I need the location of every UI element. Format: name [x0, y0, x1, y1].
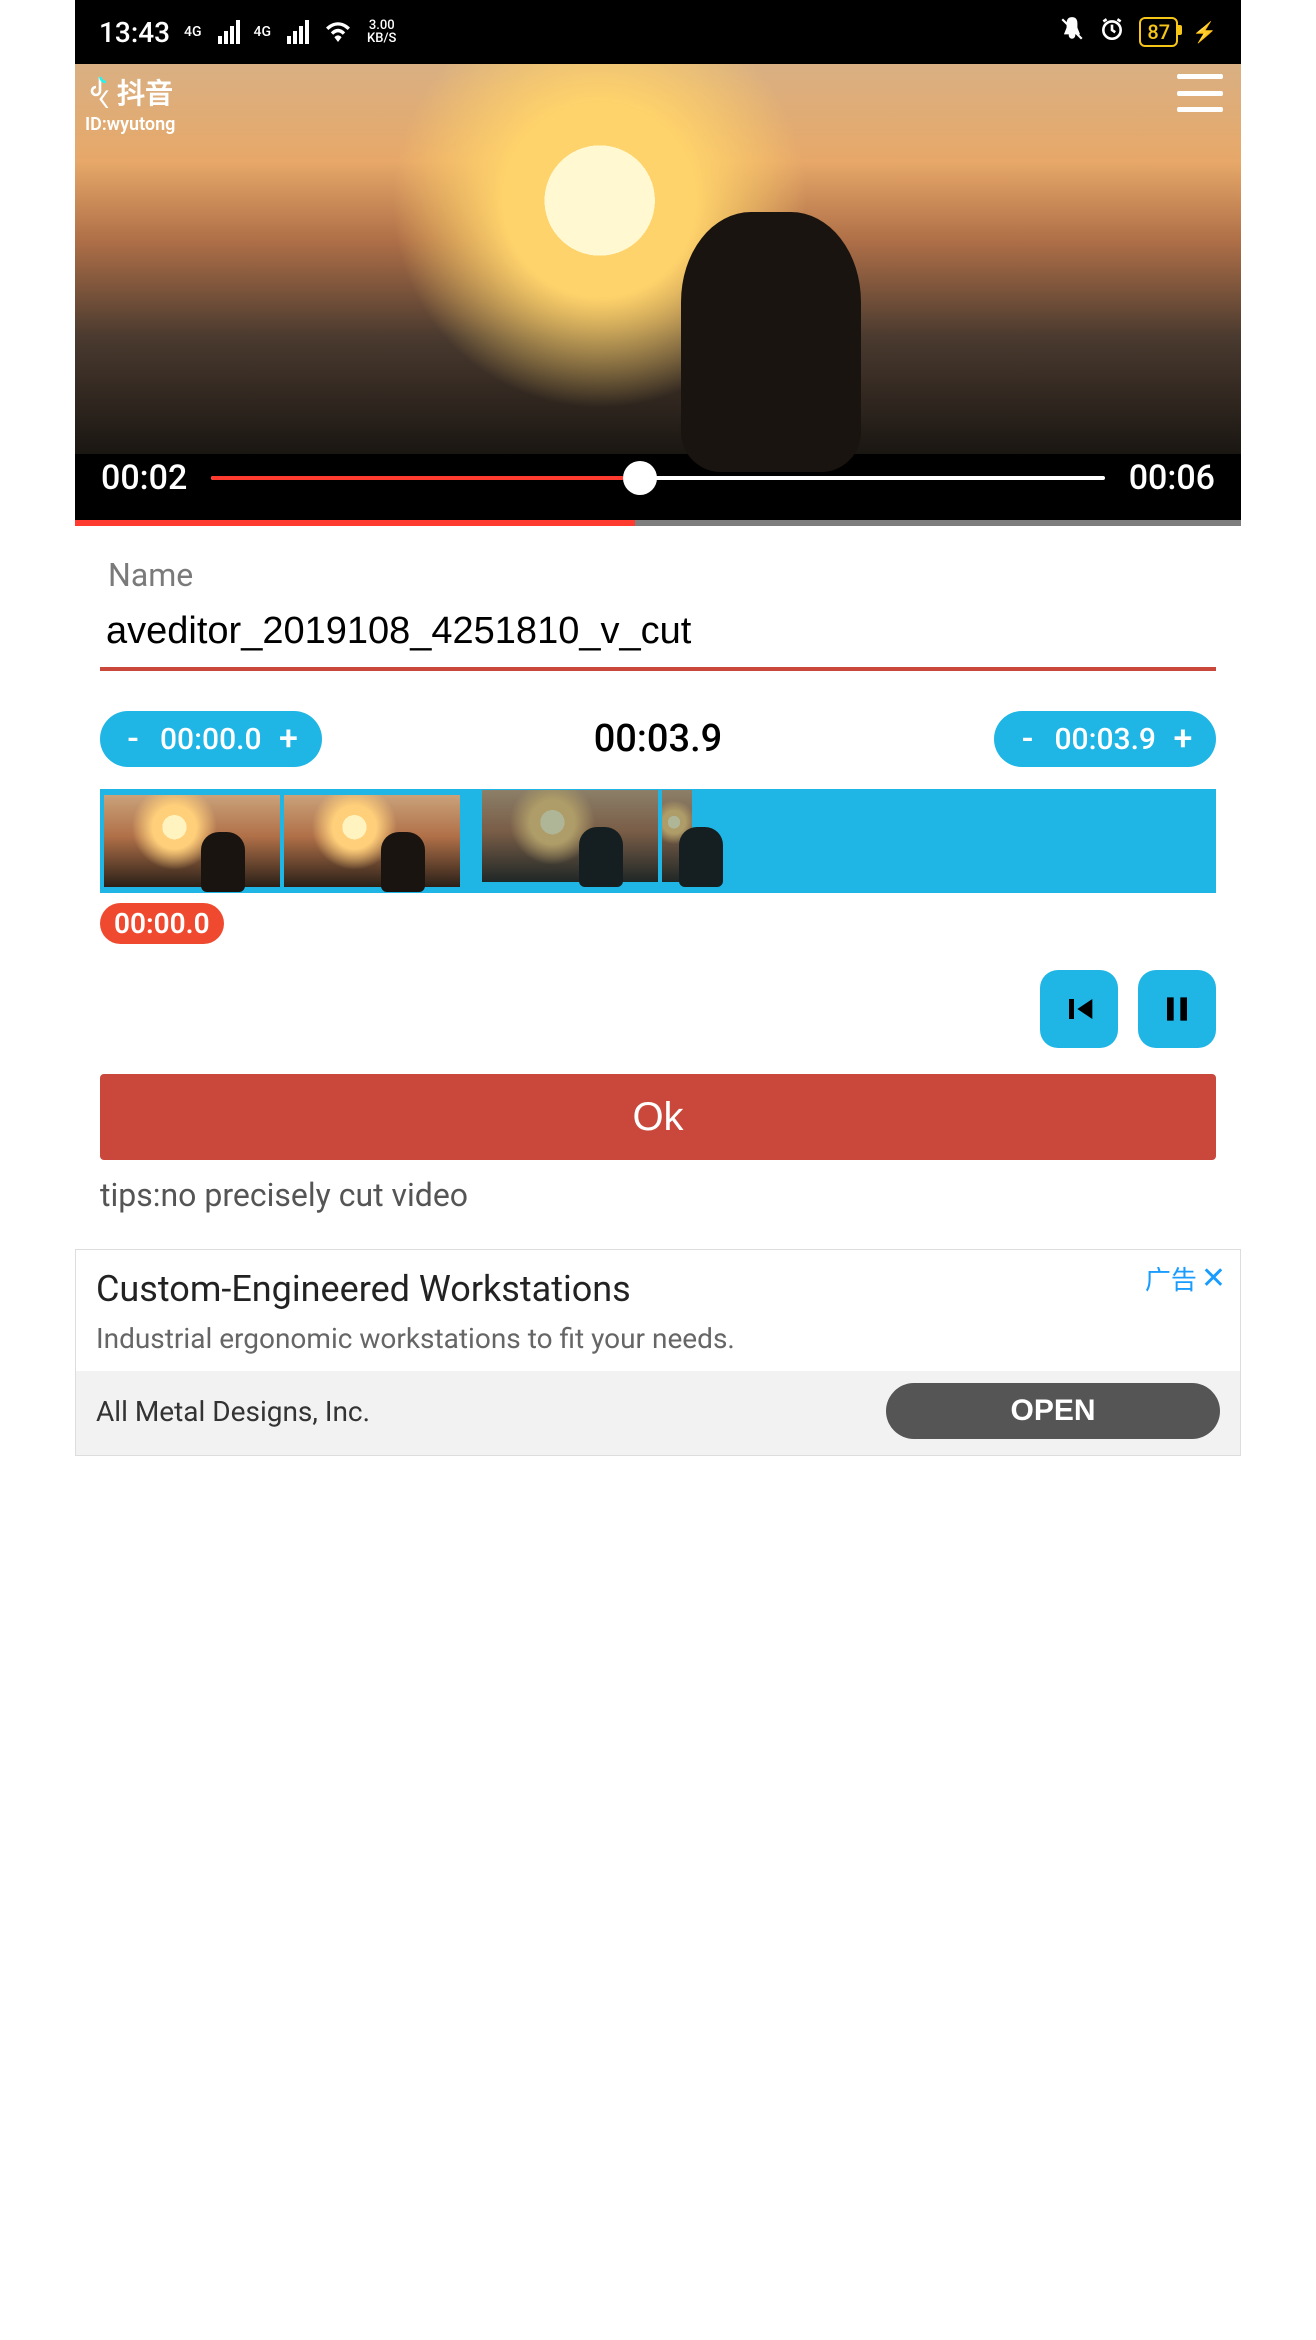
- network-label-1: 4G: [184, 25, 202, 39]
- charging-icon: ⚡: [1192, 20, 1217, 44]
- ad-company: All Metal Designs, Inc.: [96, 1395, 370, 1428]
- menu-button[interactable]: [1177, 74, 1223, 112]
- ad-close-icon[interactable]: ✕: [1201, 1261, 1226, 1296]
- video-current-time: 00:02: [101, 458, 187, 498]
- name-label: Name: [108, 556, 1216, 594]
- signal-icon-1: [218, 20, 240, 44]
- wifi-icon: [323, 16, 353, 49]
- signal-icon-2: [287, 20, 309, 44]
- alarm-icon: [1099, 16, 1125, 49]
- video-bottom-progress: [75, 520, 1241, 526]
- end-plus-button[interactable]: +: [1166, 719, 1200, 759]
- timeline-thumb: [284, 795, 460, 887]
- end-time-value: 00:03.9: [1044, 722, 1166, 757]
- start-time-pill: - 00:00.0 +: [100, 711, 322, 767]
- video-progress-row: 00:02 00:06: [75, 450, 1241, 506]
- timeline-thumb: [662, 790, 692, 882]
- video-frame-silhouette: [681, 212, 861, 472]
- video-frame: [75, 64, 1241, 454]
- start-time-value: 00:00.0: [150, 722, 272, 757]
- start-plus-button[interactable]: +: [272, 719, 306, 759]
- ad-subtitle: Industrial ergonomic workstations to fit…: [96, 1322, 1220, 1355]
- timeline-strip[interactable]: [100, 789, 1216, 893]
- timeline-thumb: [482, 790, 658, 882]
- pause-button[interactable]: [1138, 970, 1216, 1048]
- ad-open-button[interactable]: OPEN: [886, 1383, 1220, 1439]
- status-bar: 13:43 4G 4G 3.00 KB/S 87 ⚡: [75, 0, 1241, 64]
- tips-text: tips:no precisely cut video: [100, 1176, 1216, 1214]
- ad-banner[interactable]: 广告 ✕ Custom-Engineered Workstations Indu…: [75, 1249, 1241, 1456]
- skip-previous-button[interactable]: [1040, 970, 1118, 1048]
- ad-title: Custom-Engineered Workstations: [96, 1268, 1220, 1310]
- timeline-selection[interactable]: [100, 795, 464, 887]
- video-watermark: 抖音 ID:wyutong: [85, 72, 175, 135]
- clock-time: 13:43: [99, 16, 170, 49]
- ok-button[interactable]: Ok: [100, 1074, 1216, 1160]
- video-bottom-progress-fill: [75, 520, 635, 526]
- watermark-app: 抖音: [117, 72, 173, 112]
- end-time-pill: - 00:03.9 +: [994, 711, 1216, 767]
- name-input[interactable]: [100, 604, 1216, 671]
- timeline-thumb: [104, 795, 280, 887]
- douyin-icon: [85, 75, 111, 110]
- net-speed: 3.00 KB/S: [367, 19, 396, 45]
- ad-tag: 广告 ✕: [1145, 1260, 1226, 1297]
- battery-indicator: 87: [1139, 17, 1178, 47]
- network-label-2: 4G: [254, 25, 272, 39]
- watermark-id: ID:wyutong: [85, 114, 175, 135]
- end-minus-button[interactable]: -: [1010, 719, 1044, 759]
- video-seek-track[interactable]: [211, 476, 1104, 480]
- video-preview[interactable]: ‹ 抖音 ID:wyutong 00:02 00:06: [75, 64, 1241, 524]
- video-total-time: 00:06: [1129, 458, 1215, 498]
- position-badge: 00:00.0: [100, 903, 224, 944]
- mute-icon: [1059, 16, 1085, 49]
- duration-value: 00:03.9: [594, 717, 723, 761]
- video-seek-fill: [211, 476, 640, 480]
- start-minus-button[interactable]: -: [116, 719, 150, 759]
- video-seek-thumb[interactable]: [623, 461, 657, 495]
